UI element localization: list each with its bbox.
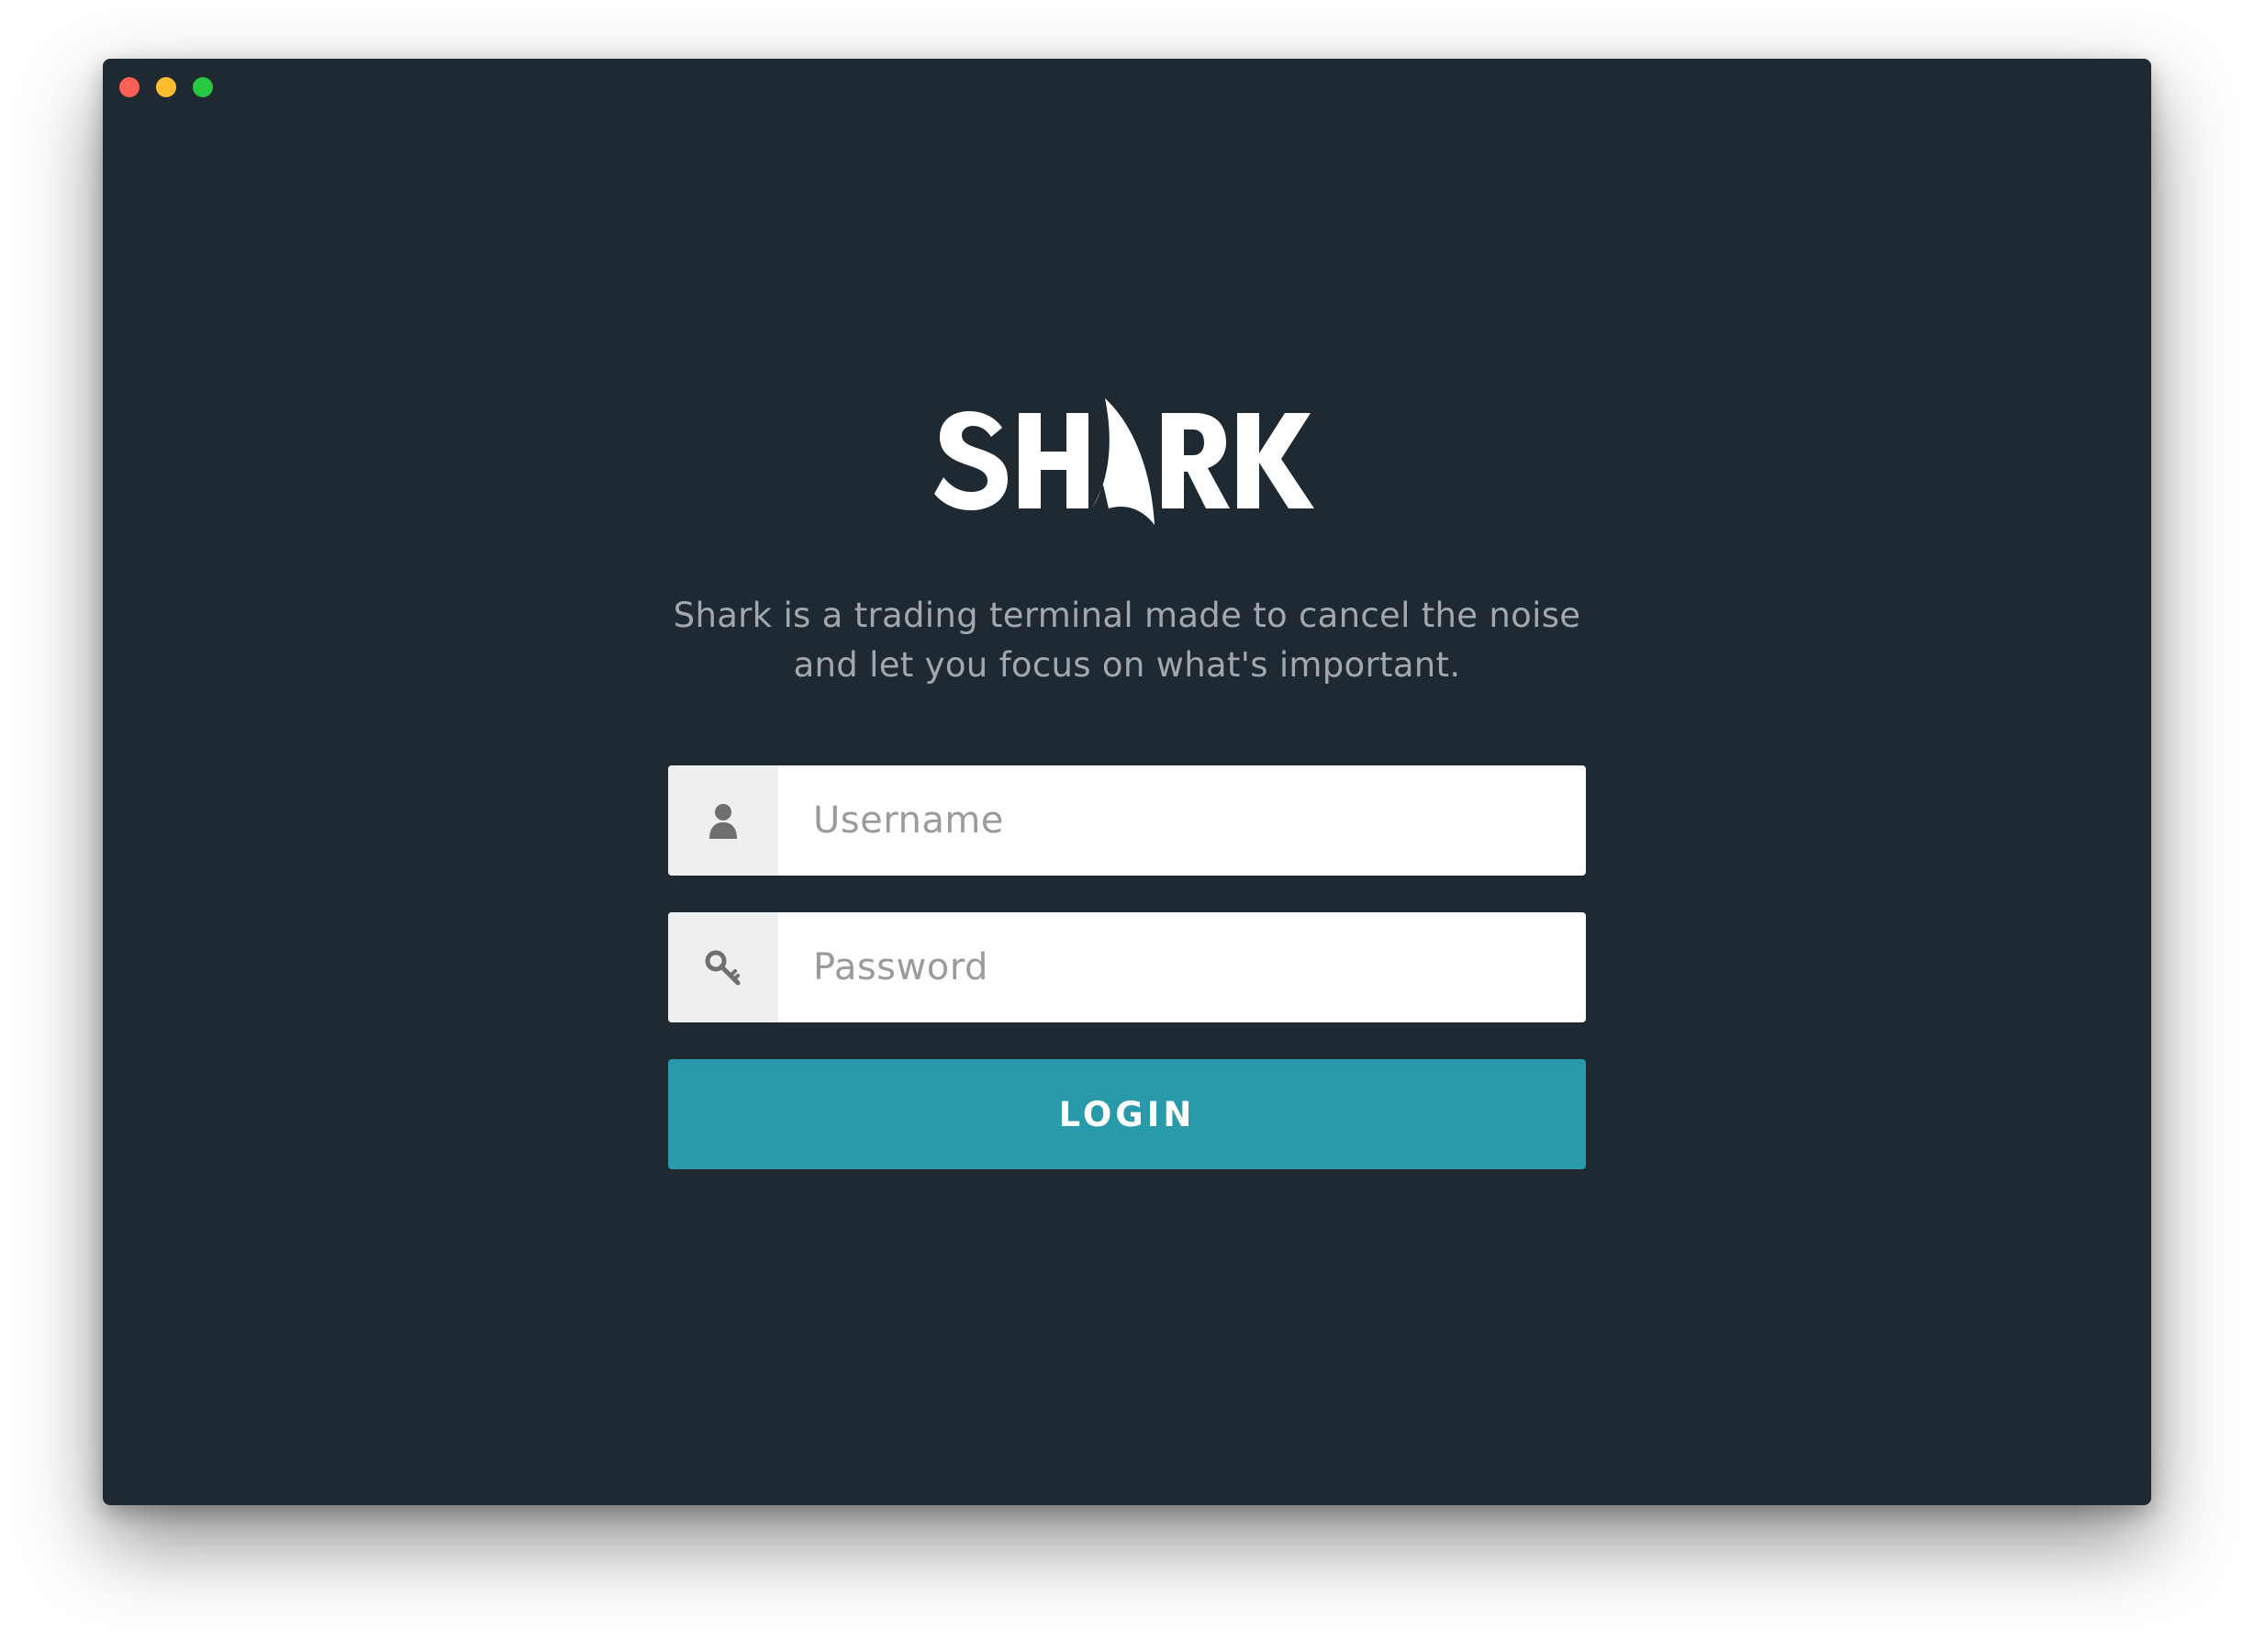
username-field	[668, 765, 1586, 876]
close-window-button[interactable]	[119, 77, 139, 97]
shark-fin-icon	[1092, 398, 1155, 525]
username-addon	[668, 765, 778, 876]
username-input[interactable]	[778, 765, 1586, 876]
shark-logo-wordmark	[934, 398, 1314, 525]
login-button[interactable]: LOGIN	[668, 1059, 1586, 1169]
password-field	[668, 912, 1586, 1022]
zoom-window-button[interactable]	[193, 77, 213, 97]
tagline: Shark is a trading terminal made to canc…	[103, 591, 2151, 690]
shark-logo	[103, 389, 2151, 536]
app-window: Shark is a trading terminal made to canc…	[103, 59, 2151, 1505]
tagline-line-2: and let you focus on what's important.	[793, 645, 1461, 685]
password-addon	[668, 912, 778, 1022]
key-icon	[705, 950, 741, 986]
tagline-line-1: Shark is a trading terminal made to canc…	[673, 596, 1581, 635]
minimize-window-button[interactable]	[156, 77, 176, 97]
user-icon	[709, 804, 737, 839]
password-input[interactable]	[778, 912, 1586, 1022]
window-controls	[119, 77, 213, 97]
